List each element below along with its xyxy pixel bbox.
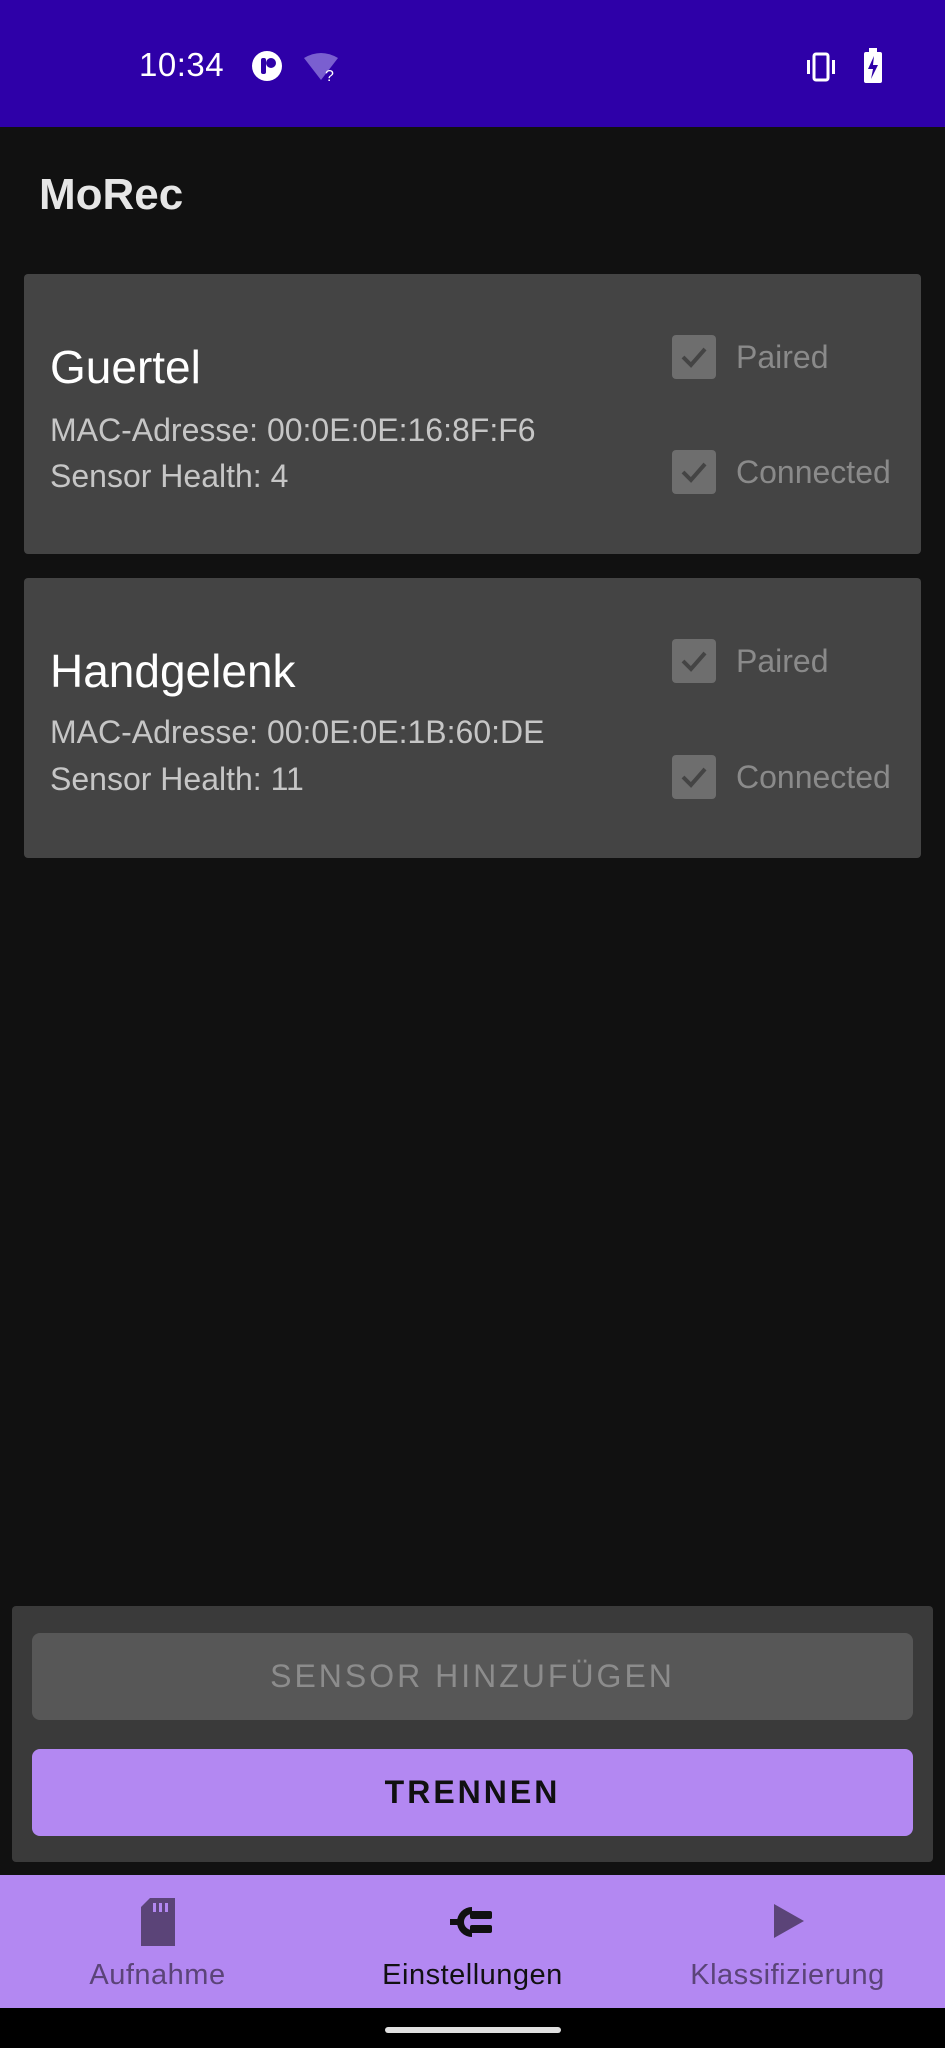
status-time: 10:34 xyxy=(139,46,225,83)
nav-item-aufnahme[interactable]: Aufnahme xyxy=(0,1875,315,2008)
sensor-mac-address: MAC-Adresse: 00:0E:0E:16:8F:F6 xyxy=(50,412,536,448)
checkmark-icon xyxy=(681,347,707,368)
add-sensor-button[interactable]: SENSOR HINZUFÜGEN xyxy=(32,1633,913,1720)
checkmark-icon xyxy=(681,651,707,672)
svg-text:?: ? xyxy=(325,68,334,82)
connected-label: Connected xyxy=(736,758,891,795)
paired-checkbox-row[interactable]: Paired xyxy=(672,334,829,380)
vibrate-icon xyxy=(804,52,838,87)
sensor-card: Handgelenk MAC-Adresse: 00:0E:0E:1B:60:D… xyxy=(24,578,921,858)
nav-item-klassifizierung[interactable]: Klassifizierung xyxy=(630,1875,945,2008)
nav-label-aufnahme: Aufnahme xyxy=(89,1959,226,1991)
settings-plug-icon xyxy=(448,1903,498,1946)
sensor-mac-address: MAC-Adresse: 00:0E:0E:1B:60:DE xyxy=(50,714,545,750)
action-panel: SENSOR HINZUFÜGEN TRENNEN xyxy=(12,1606,933,1862)
battery-charging-icon xyxy=(863,48,883,89)
connected-checkbox-row[interactable]: Connected xyxy=(672,449,891,495)
sd-card-icon xyxy=(140,1897,176,1952)
paired-checkbox-row[interactable]: Paired xyxy=(672,638,829,684)
connected-label: Connected xyxy=(736,453,891,490)
paired-checkbox[interactable] xyxy=(672,639,716,683)
home-gesture-handle[interactable] xyxy=(385,2027,561,2033)
sensor-card: Guertel MAC-Adresse: 00:0E:0E:16:8F:F6 S… xyxy=(24,274,921,554)
status-bar: 10:34 ? xyxy=(0,0,945,127)
nav-item-einstellungen[interactable]: Einstellungen xyxy=(315,1875,630,2008)
connected-checkbox-row[interactable]: Connected xyxy=(672,754,891,800)
paired-label: Paired xyxy=(736,642,829,679)
checkmark-icon xyxy=(681,767,707,788)
app-title: MoRec xyxy=(39,170,184,219)
sensor-name: Handgelenk xyxy=(50,645,296,697)
paired-label: Paired xyxy=(736,338,829,375)
connected-checkbox[interactable] xyxy=(672,450,716,494)
sensor-health: Sensor Health: 11 xyxy=(50,761,304,797)
checkmark-icon xyxy=(681,462,707,483)
nav-label-einstellungen: Einstellungen xyxy=(382,1959,563,1991)
paired-checkbox[interactable] xyxy=(672,335,716,379)
wifi-unknown-icon: ? xyxy=(303,52,339,87)
disconnect-button[interactable]: TRENNEN xyxy=(32,1749,913,1836)
bottom-navigation: Aufnahme Einstellungen Klassifizierung xyxy=(0,1875,945,2008)
sensor-health: Sensor Health: 4 xyxy=(50,458,289,494)
play-icon xyxy=(768,1901,808,1946)
sensor-name: Guertel xyxy=(50,341,201,393)
connected-checkbox[interactable] xyxy=(672,755,716,799)
notification-icon xyxy=(251,50,283,87)
gesture-area xyxy=(0,2008,945,2048)
nav-label-klassifizierung: Klassifizierung xyxy=(690,1959,885,1991)
